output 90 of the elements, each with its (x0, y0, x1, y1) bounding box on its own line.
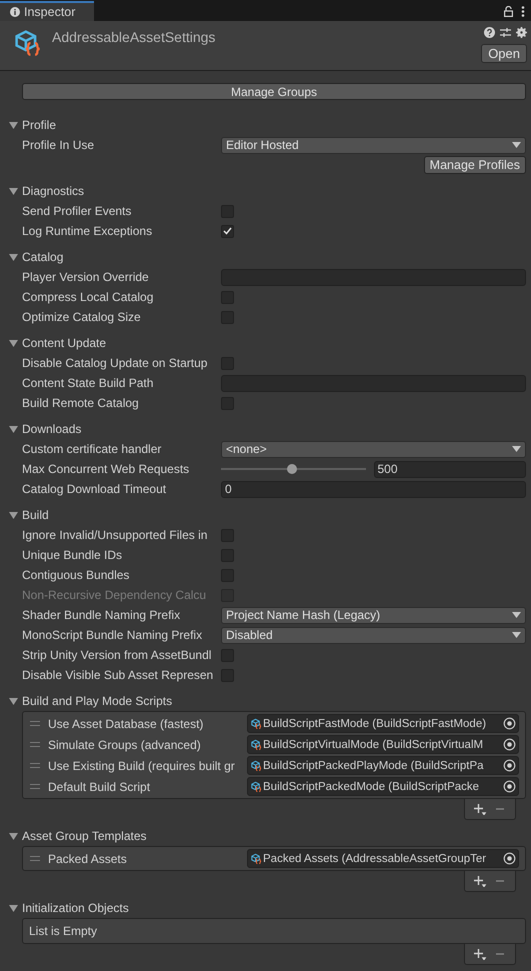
asset-icon (250, 780, 262, 793)
list-item-label: Default Build Script (48, 780, 152, 794)
manage-groups-button[interactable]: Manage Groups (22, 83, 526, 100)
expanded-icon[interactable] (8, 424, 19, 434)
dropdown-arrow-icon (512, 612, 521, 618)
input-field[interactable]: 0 (221, 480, 526, 498)
asset-icon (250, 759, 262, 772)
object-picker-icon[interactable] (503, 759, 516, 772)
expanded-icon[interactable] (8, 830, 19, 842)
section-heading: Downloads (22, 422, 82, 436)
presets-icon[interactable] (500, 27, 511, 38)
add-icon[interactable] (473, 948, 487, 960)
settings-icon[interactable] (516, 27, 527, 38)
section-heading: Diagnostics (22, 184, 84, 198)
object-field[interactable]: BuildScriptVirtualMode (BuildScriptVirtualM (247, 735, 519, 754)
expanded-icon[interactable] (8, 252, 19, 262)
section-heading: Build (22, 508, 49, 522)
field-label: Send Profiler Events (22, 204, 132, 218)
list-item-label: Use Existing Build (requires built gr (48, 758, 236, 772)
object-field[interactable]: BuildScriptPackedPlayMode (BuildScriptPa (247, 756, 519, 775)
add-icon[interactable] (473, 875, 487, 887)
field-label: Ignore Invalid/Unsupported Files in (22, 528, 208, 542)
dropdown-arrow-icon (512, 142, 521, 148)
field-label: Unique Bundle IDs (22, 548, 124, 562)
object-picker-icon[interactable] (503, 852, 516, 865)
empty-list-text: List is Empty (29, 924, 98, 938)
list-item-label: Packed Assets (48, 852, 128, 866)
expanded-icon[interactable] (8, 186, 19, 196)
dropdown-arrow-icon (512, 446, 521, 452)
field-label: Build Remote Catalog (22, 396, 140, 410)
add-icon[interactable] (473, 803, 487, 815)
info-icon (10, 7, 20, 17)
object-picker-icon[interactable] (503, 717, 516, 730)
field-label: Player Version Override (22, 270, 150, 284)
section-heading: Content Update (22, 336, 106, 350)
asset-icon (250, 738, 262, 751)
asset-icon (250, 852, 262, 865)
object-picker-icon[interactable] (503, 738, 516, 751)
dropdown[interactable]: Project Name Hash (Legacy) (221, 606, 526, 624)
expanded-icon[interactable] (8, 510, 19, 520)
expanded-icon[interactable] (8, 696, 19, 706)
input-field[interactable]: 500 (374, 460, 526, 478)
asset-title: AddressableAssetSettings (52, 29, 216, 47)
field-label: Custom certificate handler (22, 442, 162, 456)
field-label: Disable Catalog Update on Startup (22, 356, 208, 370)
checkbox[interactable] (221, 224, 234, 238)
object-field[interactable]: BuildScriptFastMode (BuildScriptFastMode) (247, 714, 519, 733)
field-label: Catalog Download Timeout (22, 482, 168, 496)
drag-handle-icon[interactable] (30, 763, 40, 768)
dropdown[interactable]: <none> (221, 440, 526, 458)
dropdown[interactable]: Disabled (221, 626, 526, 644)
object-field[interactable]: Packed Assets (AddressableAssetGroupTer (247, 849, 519, 868)
list-item-label: Simulate Groups (advanced) (48, 738, 202, 752)
field-label: Profile In Use (22, 138, 96, 152)
field-label: Shader Bundle Naming Prefix (22, 608, 182, 622)
section-heading: Initialization Objects (22, 901, 129, 915)
drag-handle-icon[interactable] (30, 784, 40, 789)
field-label: Disable Visible Sub Asset Represen (22, 668, 214, 682)
drag-handle-icon[interactable] (30, 856, 40, 861)
expanded-icon[interactable] (8, 338, 19, 348)
field-label: Optimize Catalog Size (22, 310, 142, 324)
field-label: Max Concurrent Web Requests (22, 462, 190, 476)
drag-handle-icon[interactable] (30, 721, 40, 726)
slider-thumb[interactable] (286, 464, 297, 474)
expanded-icon[interactable] (8, 902, 19, 914)
section-heading: Build and Play Mode Scripts (22, 694, 172, 708)
field-label: MonoScript Bundle Naming Prefix (22, 628, 204, 642)
object-picker-icon[interactable] (503, 780, 516, 793)
inspector-tab[interactable]: Inspector (0, 1, 94, 21)
expanded-icon[interactable] (8, 120, 19, 130)
manage-profiles-button[interactable]: Manage Profiles (424, 156, 526, 174)
dropdown[interactable]: Editor Hosted (221, 136, 526, 154)
open-button[interactable]: Open (481, 44, 527, 63)
field-label: Non-Recursive Dependency Calcu (22, 588, 208, 602)
field-label: Strip Unity Version from AssetBundl (22, 648, 212, 662)
object-field[interactable]: BuildScriptPackedMode (BuildScriptPacke (247, 777, 519, 796)
section-heading: Catalog (22, 250, 64, 264)
more-icon[interactable] (521, 6, 525, 16)
field-label: Compress Local Catalog (22, 290, 154, 304)
dropdown-arrow-icon (512, 632, 521, 638)
field-label: Log Runtime Exceptions (22, 224, 154, 238)
section-heading: Asset Group Templates (22, 829, 147, 843)
help-icon[interactable] (484, 27, 495, 38)
list-item-label: Use Asset Database (fastest) (48, 716, 204, 730)
field-label: Contiguous Bundles (22, 568, 130, 582)
field-label: Content State Build Path (22, 376, 154, 390)
asset-icon (250, 717, 262, 730)
drag-handle-icon[interactable] (30, 742, 40, 747)
section-heading: Profile (22, 118, 56, 132)
lock-icon[interactable] (504, 6, 513, 16)
